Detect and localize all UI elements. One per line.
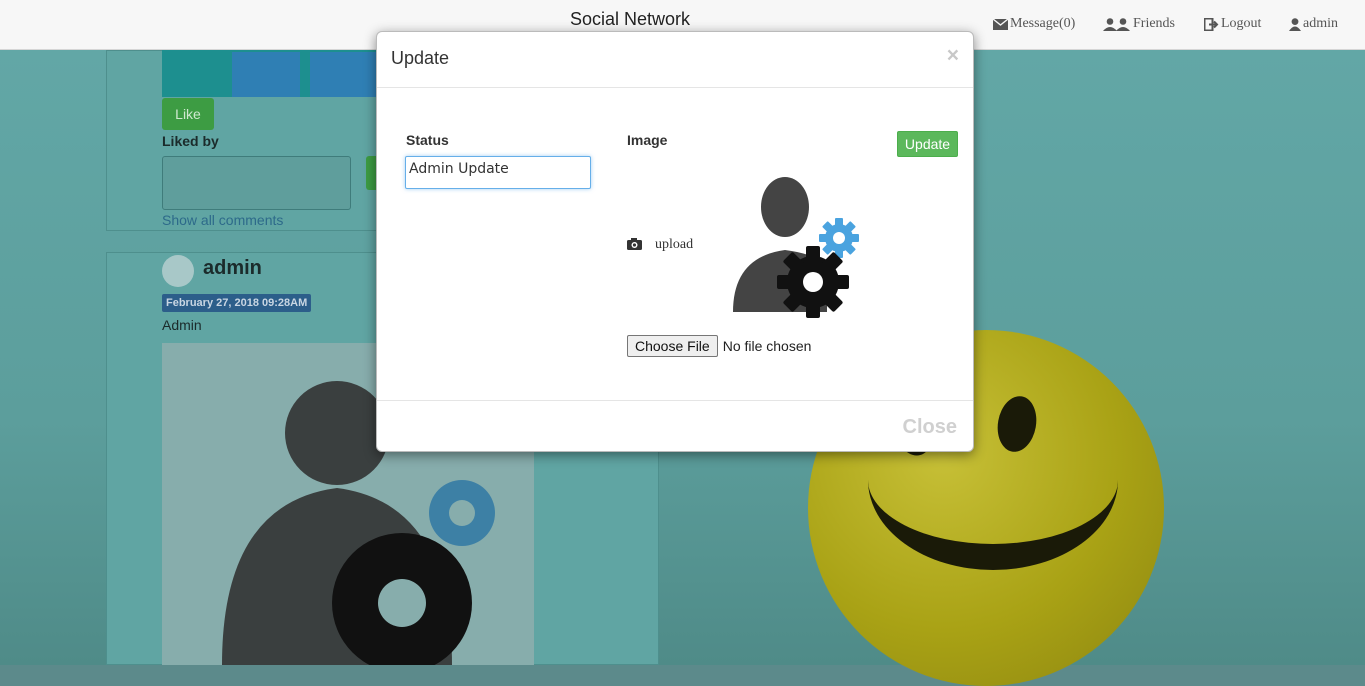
envelope-icon	[993, 18, 1008, 30]
nav-messages-label: Message(0)	[1010, 16, 1076, 31]
nav-user[interactable]: admin	[1289, 16, 1338, 32]
gear-icon	[819, 218, 859, 258]
image-label: Image	[627, 132, 668, 148]
post-date-badge: February 27, 2018 09:28AM	[162, 294, 312, 312]
avatar-preview	[727, 172, 863, 320]
nav-friends[interactable]: Friends	[1103, 16, 1175, 32]
gear-icon	[777, 246, 849, 318]
file-status-text: No file chosen	[722, 338, 812, 354]
choose-file-button[interactable]: Choose File	[627, 335, 718, 357]
post-text: Admin	[162, 317, 202, 333]
nav-messages[interactable]: Message(0)	[993, 16, 1075, 32]
friends-icon	[1103, 17, 1131, 31]
nav-friends-label: Friends	[1133, 16, 1175, 31]
camera-icon[interactable]	[627, 237, 642, 255]
status-label: Status	[406, 132, 449, 148]
nav-logout[interactable]: Logout	[1204, 16, 1261, 32]
nav-logout-label: Logout	[1221, 16, 1262, 31]
like-button[interactable]: Like	[162, 98, 214, 130]
file-input[interactable]: Choose File No file chosen	[627, 335, 811, 357]
brand-title[interactable]: Social Network	[570, 9, 690, 30]
close-button[interactable]: Close	[903, 416, 957, 439]
status-input[interactable]	[405, 156, 591, 189]
liked-by-label: Liked by	[162, 133, 219, 149]
post-username[interactable]: admin	[203, 257, 262, 280]
modal-footer: Close	[377, 400, 973, 453]
show-comments-link[interactable]: Show all comments	[162, 212, 283, 228]
modal-title: Update	[391, 48, 450, 68]
nav-user-label: admin	[1303, 16, 1338, 31]
logout-icon	[1204, 17, 1219, 31]
comment-input[interactable]	[162, 156, 351, 210]
avatar	[162, 255, 194, 287]
modal-header: Update ×	[377, 32, 973, 88]
upload-label[interactable]: upload	[655, 237, 693, 253]
user-icon	[1289, 17, 1301, 31]
close-icon[interactable]: ×	[947, 44, 959, 68]
update-button[interactable]: Update	[897, 131, 958, 157]
update-modal: Update × Status Image Update upload	[376, 31, 974, 452]
post-banner-image	[162, 50, 377, 97]
